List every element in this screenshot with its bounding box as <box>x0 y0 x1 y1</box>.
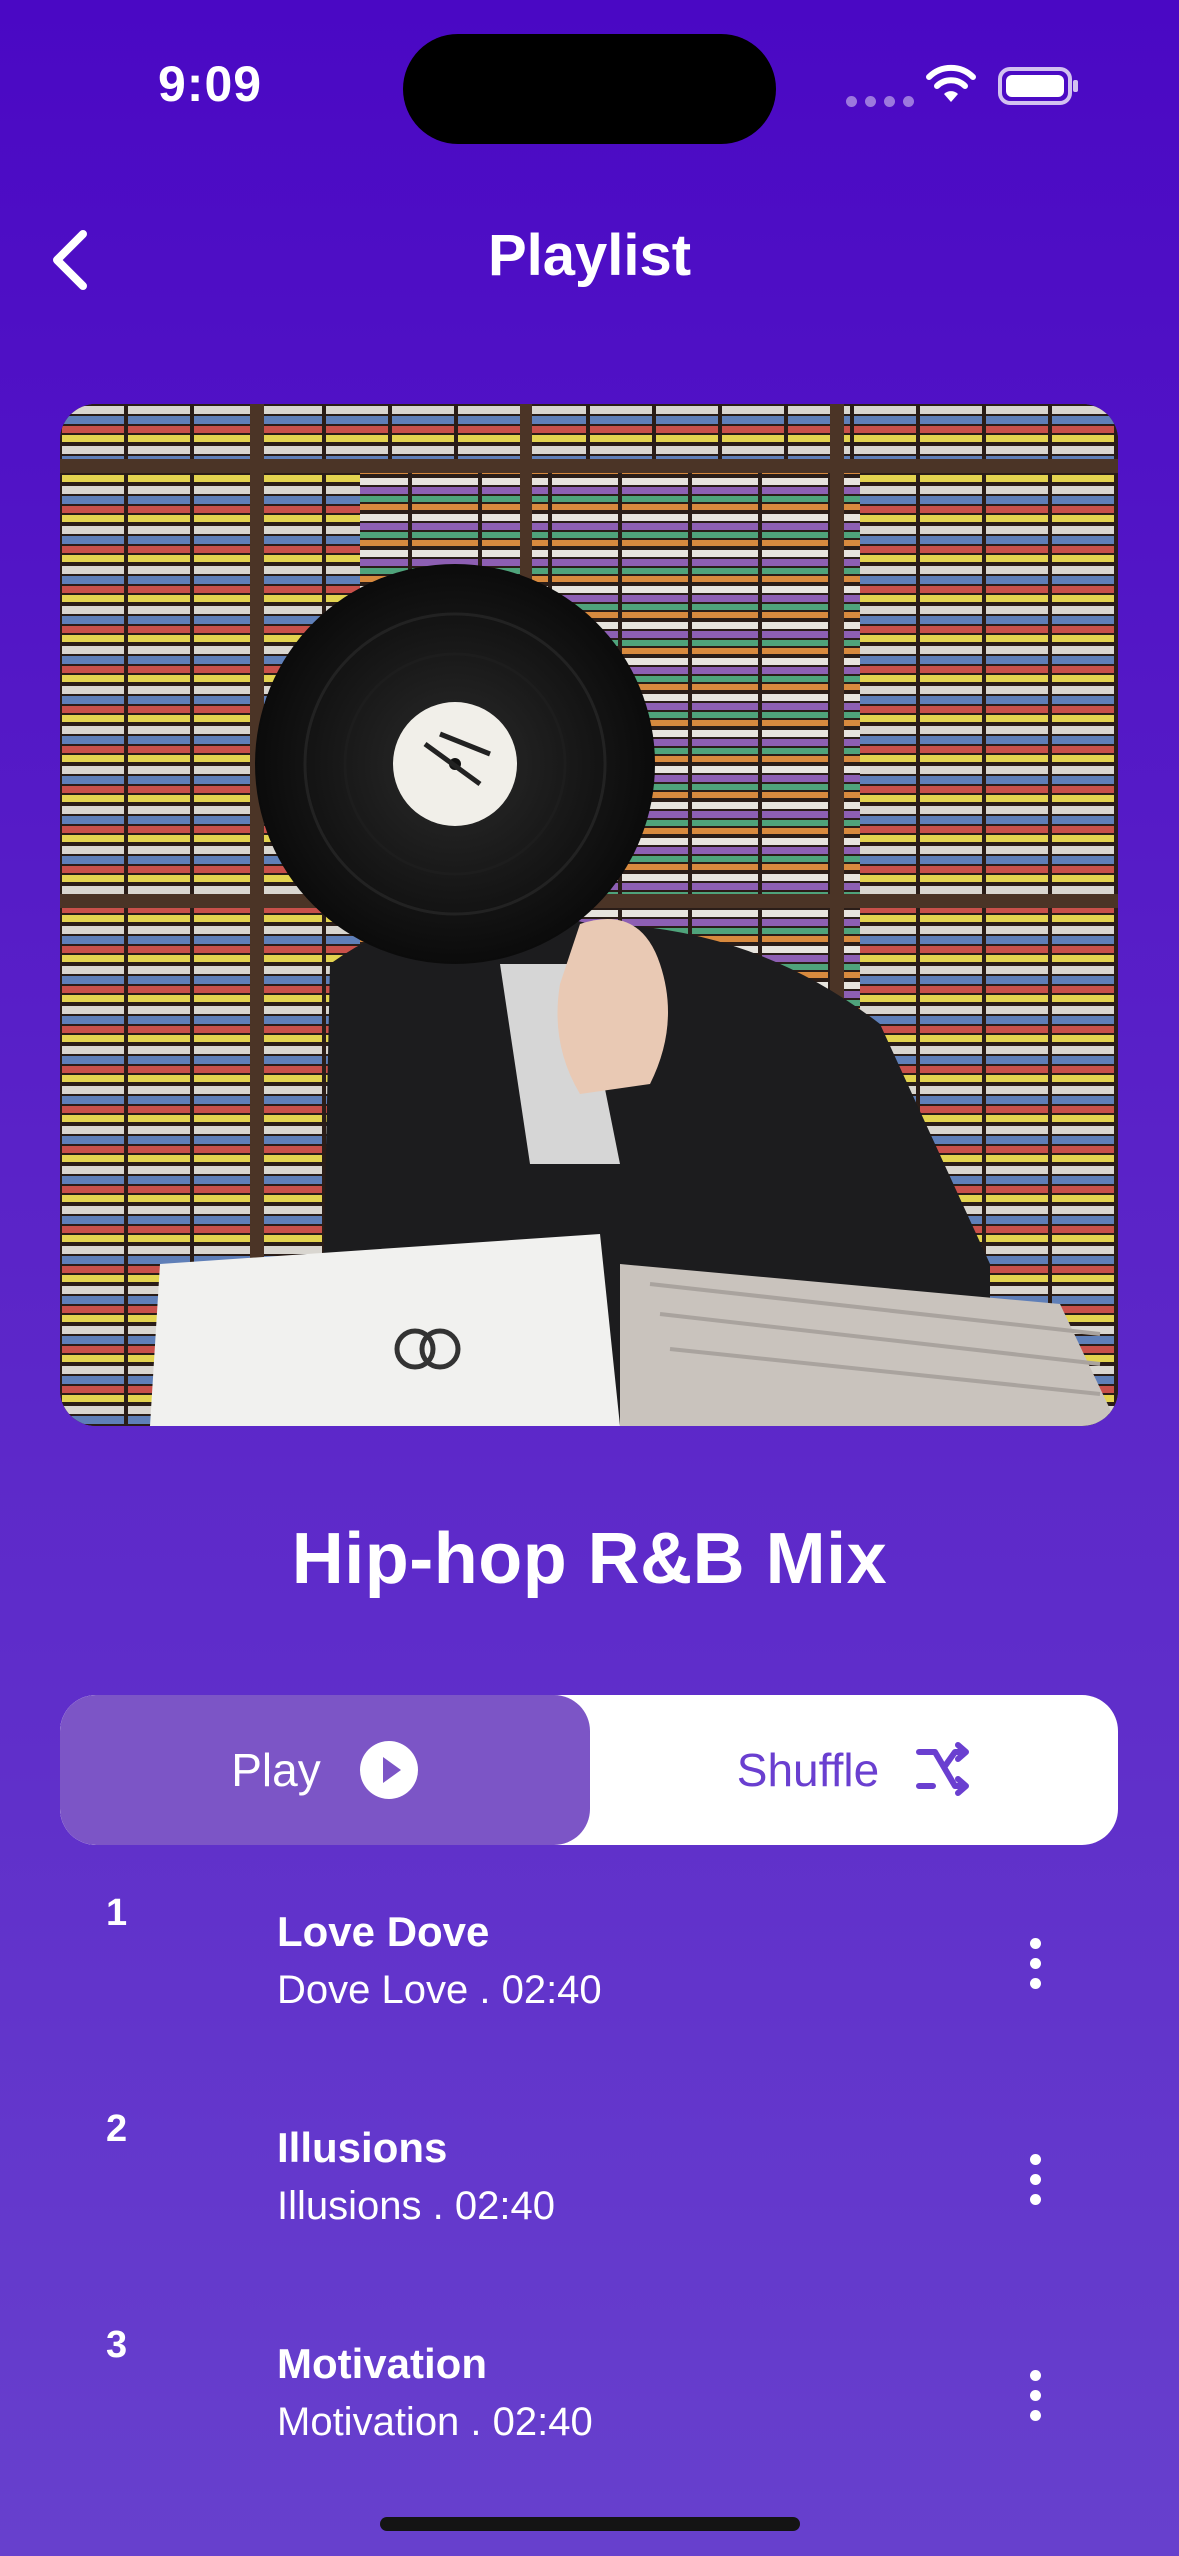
play-circle-icon <box>359 1741 418 1799</box>
battery-icon <box>998 67 1078 105</box>
track-title: Illusions <box>277 2124 448 2171</box>
status-time: 9:09 <box>158 56 263 112</box>
shuffle-button[interactable]: Shuffle <box>590 1695 1118 1845</box>
play-button[interactable]: Play <box>60 1695 590 1845</box>
track-number: 1 <box>106 1892 128 1934</box>
track-number: 2 <box>106 2108 128 2150</box>
more-options-icon[interactable] <box>1010 1928 1060 1998</box>
shuffle-icon <box>916 1742 970 1796</box>
playlist-title: Hip-hop R&B Mix <box>291 1519 888 1599</box>
track-row[interactable]: 1 Love Dove Dove Love . 02:40 <box>0 1892 1179 2092</box>
track-subtitle: Motivation . 02:40 <box>277 2400 593 2444</box>
track-row[interactable]: 2 Illusions Illusions . 02:40 <box>0 2108 1179 2308</box>
shuffle-label: Shuffle <box>736 1744 880 1796</box>
more-options-icon[interactable] <box>1010 2360 1060 2430</box>
page-title: Playlist <box>487 223 692 288</box>
playback-controls: Play Shuffle <box>60 1695 1118 1845</box>
track-row[interactable]: 3 Motivation Motivation . 02:40 <box>0 2324 1179 2524</box>
playlist-cover-image <box>60 404 1118 1426</box>
track-title: Love Dove <box>277 1908 490 1955</box>
wifi-icon <box>926 64 976 102</box>
more-options-icon[interactable] <box>1010 2144 1060 2214</box>
cellular-signal-icon <box>846 96 914 107</box>
dynamic-island <box>403 34 776 144</box>
home-indicator[interactable] <box>380 2517 800 2531</box>
track-title: Motivation <box>277 2340 487 2387</box>
track-subtitle: Illusions . 02:40 <box>277 2184 555 2228</box>
playlist-screen: 9:09 Playlist Hip-hop R&B Mix Play Shuff… <box>0 0 1179 2556</box>
track-number: 3 <box>106 2324 128 2366</box>
track-subtitle: Dove Love . 02:40 <box>277 1968 602 2012</box>
play-label: Play <box>231 1744 321 1796</box>
